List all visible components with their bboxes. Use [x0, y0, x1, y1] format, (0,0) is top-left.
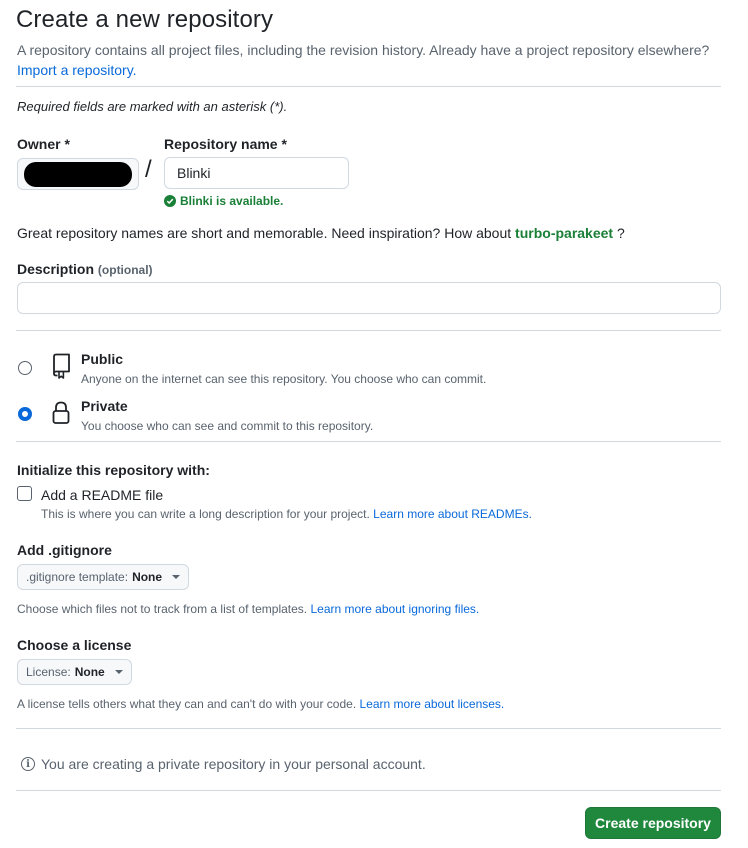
- suggested-name-link[interactable]: turbo-parakeet: [515, 225, 613, 241]
- license-label: Choose a license: [17, 637, 132, 653]
- license-desc: A license tells others what they can and…: [17, 697, 504, 711]
- info-note-text: You are creating a private repository in…: [41, 756, 426, 772]
- license-select-prefix: License:: [26, 665, 71, 679]
- license-learn-more-link[interactable]: Learn more about licenses.: [360, 697, 505, 711]
- gitignore-select-prefix: .gitignore template:: [26, 570, 129, 584]
- divider: [16, 86, 721, 87]
- repo-name-input[interactable]: [164, 157, 349, 189]
- check-circle-icon: [164, 195, 176, 207]
- owner-avatar-redacted: [24, 162, 132, 187]
- readme-checkbox[interactable]: [17, 486, 32, 501]
- gitignore-label: Add .gitignore: [17, 542, 112, 558]
- readme-desc-text: This is where you can write a long descr…: [41, 507, 370, 521]
- page-title: Create a new repository: [16, 6, 274, 33]
- gitignore-desc-text: Choose which files not to track from a l…: [17, 602, 308, 616]
- divider: [16, 441, 721, 442]
- public-title: Public: [81, 351, 124, 367]
- public-radio[interactable]: [18, 361, 32, 375]
- gitignore-select-value: None: [132, 570, 163, 584]
- subtitle-text: A repository contains all project files,…: [17, 42, 710, 58]
- divider: [16, 790, 721, 791]
- divider: [16, 330, 721, 331]
- info-note: i You are creating a private repository …: [21, 756, 426, 772]
- availability-text: Blinki is available.: [180, 194, 284, 208]
- gitignore-template-select[interactable]: .gitignore template: None: [17, 564, 190, 590]
- description-input[interactable]: [17, 282, 721, 314]
- owner-repo-separator: /: [145, 156, 152, 183]
- initialize-heading: Initialize this repository with:: [17, 462, 210, 478]
- lock-icon: [51, 400, 71, 426]
- private-desc: You choose who can see and commit to thi…: [81, 419, 374, 433]
- inspiration-end: ?: [616, 225, 625, 241]
- required-note: Required fields are marked with an aster…: [17, 99, 288, 114]
- import-repository-link[interactable]: Import a repository.: [17, 62, 137, 78]
- readme-learn-more-link[interactable]: Learn more about READMEs.: [373, 507, 532, 521]
- repo-name-label: Repository name *: [164, 136, 287, 152]
- readme-label[interactable]: Add a README file: [41, 487, 163, 503]
- inspiration-text: Great repository names are short and mem…: [17, 225, 512, 241]
- owner-select[interactable]: [17, 158, 139, 190]
- create-repository-button[interactable]: Create repository: [585, 807, 721, 839]
- readme-desc: This is where you can write a long descr…: [41, 507, 532, 521]
- page-subtitle: A repository contains all project files,…: [17, 40, 737, 80]
- gitignore-learn-more-link[interactable]: Learn more about ignoring files.: [310, 602, 479, 616]
- repo-icon: [51, 353, 71, 379]
- description-label-text: Description: [17, 261, 95, 277]
- description-optional: (optional): [97, 263, 153, 277]
- license-select[interactable]: License: None: [17, 659, 132, 685]
- owner-label: Owner *: [17, 136, 70, 152]
- chevron-down-icon: [114, 670, 123, 674]
- name-inspiration: Great repository names are short and mem…: [17, 225, 625, 241]
- info-icon: i: [21, 757, 35, 771]
- private-radio[interactable]: [18, 407, 32, 421]
- license-desc-text: A license tells others what they can and…: [17, 697, 357, 711]
- divider: [16, 728, 721, 729]
- private-title: Private: [81, 398, 128, 414]
- gitignore-desc: Choose which files not to track from a l…: [17, 602, 479, 616]
- license-select-value: None: [74, 665, 105, 679]
- availability-message: Blinki is available.: [164, 194, 283, 208]
- chevron-down-icon: [172, 575, 181, 579]
- public-desc: Anyone on the internet can see this repo…: [81, 372, 487, 386]
- description-label: Description (optional): [17, 261, 153, 277]
